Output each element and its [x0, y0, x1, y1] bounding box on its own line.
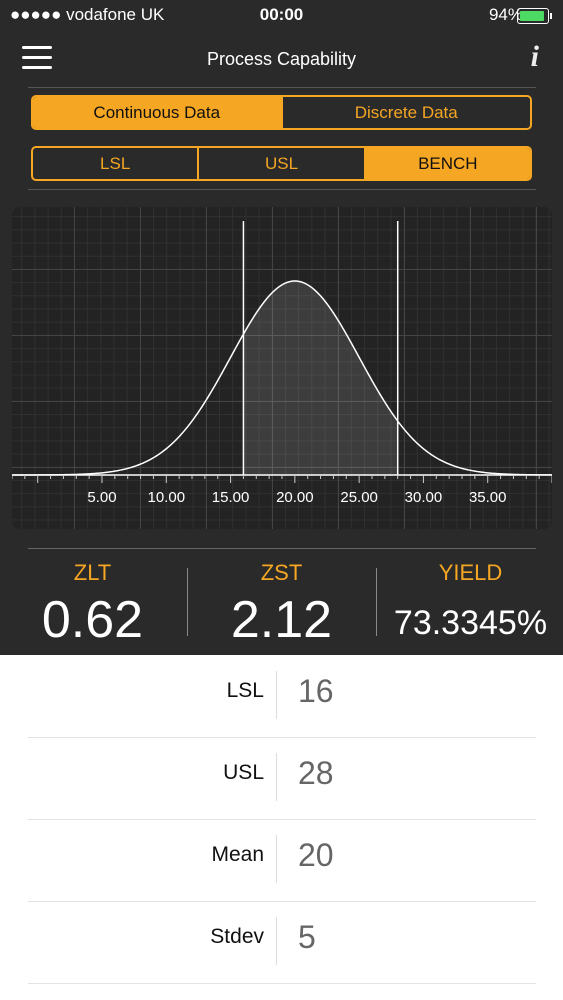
zst-value: 2.12 [230, 591, 333, 649]
tab-discrete-data[interactable]: Discrete Data [283, 97, 531, 128]
row-divider [276, 917, 277, 965]
status-bar: ●●●●● vodafone UK 00:00 94% [0, 0, 563, 30]
row-divider [276, 671, 277, 719]
usl-row: USL 28 [28, 737, 536, 820]
stdev-row: Stdev 5 [28, 901, 536, 984]
zlt-value: 0.62 [41, 591, 144, 649]
zst-metric: ZST 2.12 [189, 548, 374, 650]
yield-area [243, 281, 398, 475]
metrics-panel: ZLT 0.62 ZST 2.12 YIELD 73.3345% [0, 548, 563, 650]
row-divider [276, 753, 277, 801]
distribution-chart-svg: 5.00 10.00 15.00 20.00 25.00 30.00 35.00 [12, 221, 552, 506]
distribution-chart: 5.00 10.00 15.00 20.00 25.00 30.00 35.00 [12, 207, 552, 529]
tab-lsl[interactable]: LSL [33, 148, 200, 179]
lsl-row: LSL 16 [28, 655, 536, 738]
zlt-metric: ZLT 0.62 [0, 548, 185, 650]
page-title: Process Capability [206, 49, 357, 69]
mean-row: Mean 20 [28, 819, 536, 902]
input-form: LSL 16 USL 28 Mean 20 Stdev 5 [0, 655, 563, 1000]
x-tick-label: 30.00 [405, 489, 443, 506]
yield-metric: YIELD 73.3345% [378, 548, 563, 643]
usl-label: USL [223, 761, 264, 784]
info-icon[interactable]: i [531, 40, 539, 74]
yield-label: YIELD [438, 560, 503, 585]
stdev-label: Stdev [210, 925, 264, 948]
stdev-input[interactable]: 5 [298, 919, 316, 956]
x-tick-label: 15.00 [212, 489, 250, 506]
zlt-label: ZLT [73, 560, 112, 585]
divider [28, 189, 536, 190]
x-tick-label: 25.00 [340, 489, 378, 506]
x-tick-label: 10.00 [148, 489, 186, 506]
metric-divider [187, 568, 188, 636]
divider [28, 87, 536, 88]
battery-icon [517, 8, 552, 24]
x-tick-label: 5.00 [87, 489, 116, 506]
mean-label: Mean [211, 843, 264, 866]
clock: 00:00 [259, 5, 304, 24]
usl-input[interactable]: 28 [298, 755, 334, 792]
mean-input[interactable]: 20 [298, 837, 334, 874]
zst-label: ZST [260, 560, 303, 585]
row-divider [276, 835, 277, 883]
lsl-input[interactable]: 16 [298, 673, 334, 710]
tab-usl[interactable]: USL [199, 148, 366, 179]
tab-bench[interactable]: BENCH [365, 148, 530, 179]
x-tick-label: 20.00 [276, 489, 314, 506]
lsl-label: LSL [226, 679, 264, 702]
tab-continuous-data[interactable]: Continuous Data [33, 97, 283, 128]
x-tick-label: 35.00 [469, 489, 507, 506]
metric-divider [376, 568, 377, 636]
limit-segmented-control: LSL USL BENCH [31, 146, 532, 181]
data-type-segmented-control: Continuous Data Discrete Data [31, 95, 532, 130]
yield-value: 73.3345% [393, 604, 548, 642]
nav-bar: Process Capability i [0, 40, 563, 80]
